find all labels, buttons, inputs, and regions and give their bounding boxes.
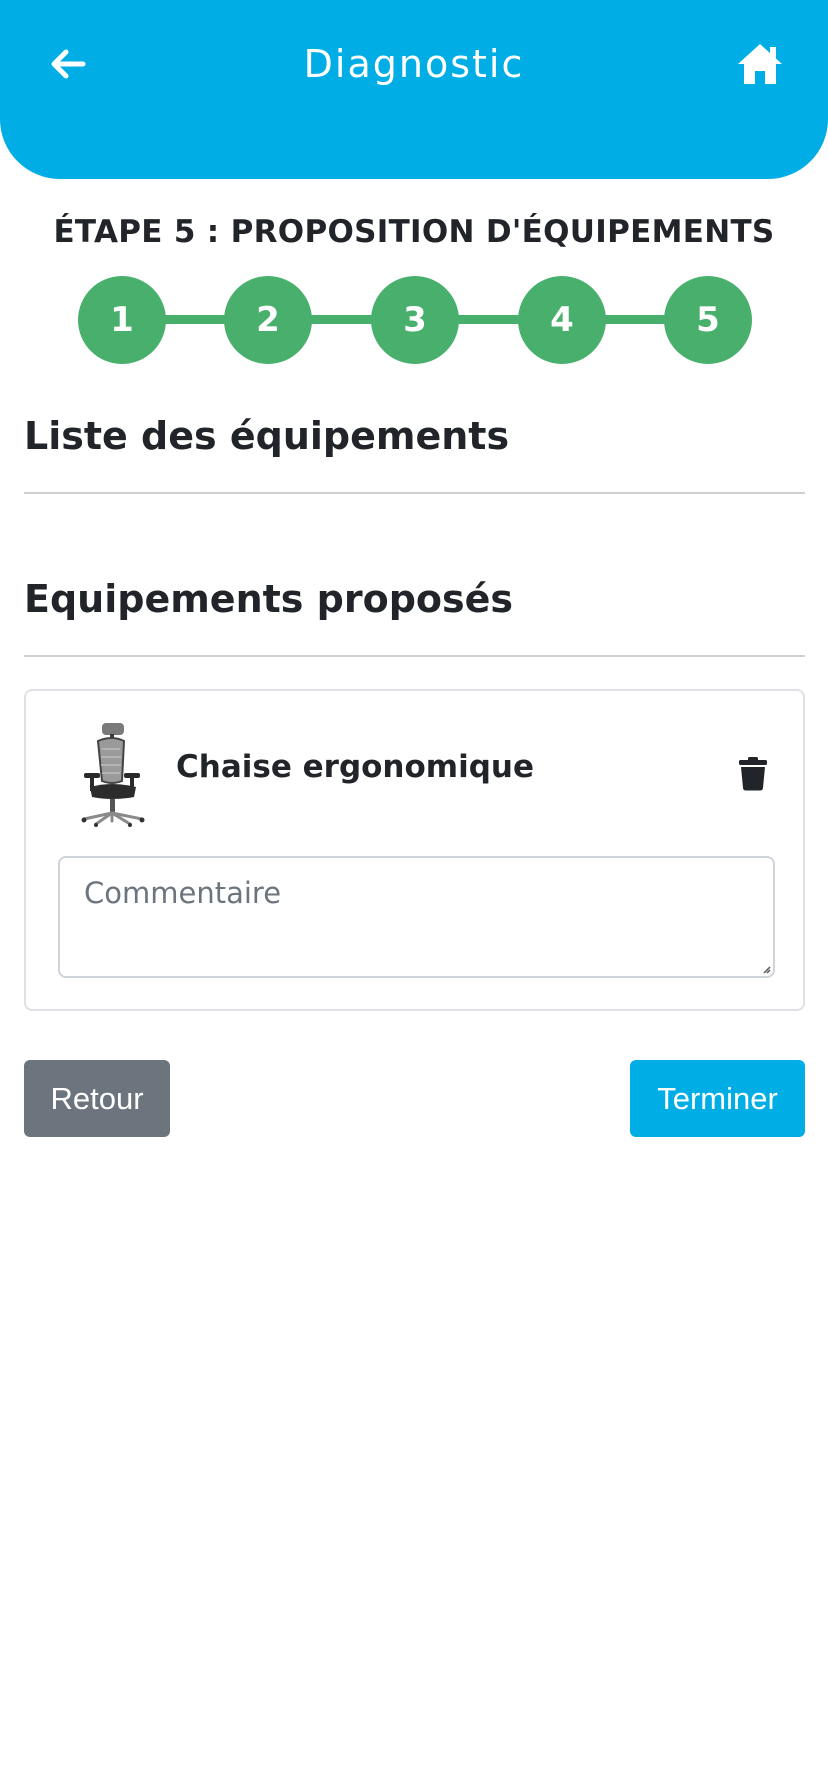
home-button[interactable] (732, 36, 788, 92)
trash-icon[interactable] (738, 757, 768, 791)
finish-button[interactable]: Terminer (630, 1060, 805, 1137)
equipment-list-divider (24, 492, 805, 494)
back-step-button[interactable]: Retour (24, 1060, 170, 1137)
page-title: Diagnostic (303, 42, 525, 86)
step-title: ÉTAPE 5 : PROPOSITION D'ÉQUIPEMENTS (53, 214, 775, 250)
resize-grip-icon[interactable] (763, 966, 771, 974)
equipment-list-title: Liste des équipements (24, 414, 510, 458)
proposed-equipment-divider (24, 655, 805, 657)
app-header: Diagnostic (0, 0, 828, 179)
step-5[interactable]: 5 (664, 276, 752, 364)
comment-field[interactable] (58, 856, 775, 978)
step-2[interactable]: 2 (224, 276, 312, 364)
office-chair-image (81, 723, 145, 827)
progress-stepper: 1 2 3 4 5 (78, 276, 752, 364)
step-4[interactable]: 4 (518, 276, 606, 364)
step-3[interactable]: 3 (371, 276, 459, 364)
equipment-name: Chaise ergonomique (176, 749, 535, 785)
proposed-equipment-title: Equipements proposés (24, 577, 514, 621)
home-icon (738, 44, 782, 84)
step-1[interactable]: 1 (78, 276, 166, 364)
equipment-card: Chaise ergonomique (24, 689, 805, 1011)
